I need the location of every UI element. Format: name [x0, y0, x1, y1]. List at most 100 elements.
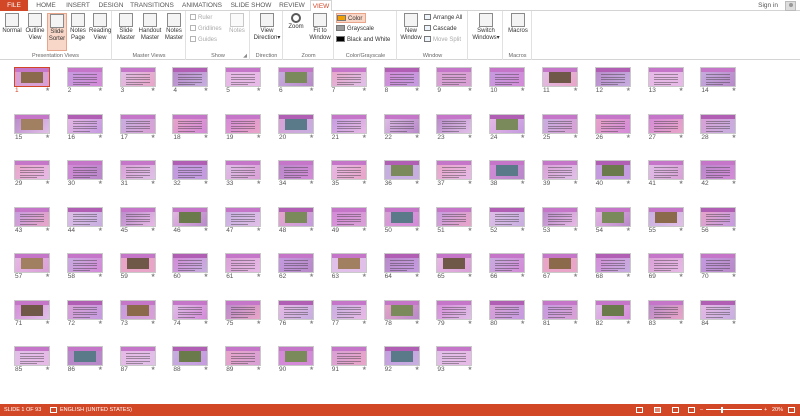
- slide-thumbnail[interactable]: 46 ★: [172, 206, 209, 234]
- slide-preview[interactable]: [172, 67, 209, 87]
- transition-star-icon[interactable]: ★: [256, 273, 261, 280]
- slide-thumbnail[interactable]: 10 ★: [489, 67, 526, 94]
- slide-thumbnail[interactable]: 28 ★: [700, 113, 737, 141]
- transition-star-icon[interactable]: ★: [731, 227, 736, 234]
- slide-preview[interactable]: [119, 299, 156, 320]
- slide-thumbnail[interactable]: 58 ★: [66, 253, 103, 280]
- slide-thumbnail[interactable]: 71 ★: [14, 299, 50, 327]
- slide-preview[interactable]: [172, 346, 209, 366]
- slide-thumbnail[interactable]: 27 ★: [647, 113, 684, 141]
- transition-star-icon[interactable]: ★: [626, 320, 631, 327]
- slide-thumbnail[interactable]: 86 ★: [66, 346, 103, 373]
- slide-thumbnail[interactable]: 56 ★: [700, 206, 737, 234]
- slide-preview[interactable]: [330, 67, 367, 87]
- slide-preview[interactable]: [172, 206, 209, 227]
- transition-star-icon[interactable]: ★: [45, 180, 50, 187]
- slide-preview[interactable]: [489, 67, 526, 87]
- normal-view-button[interactable]: Normal: [2, 13, 22, 35]
- slide-thumbnail[interactable]: 45 ★: [119, 206, 156, 234]
- transition-star-icon[interactable]: ★: [520, 134, 525, 141]
- slide-thumbnail[interactable]: 21 ★: [330, 113, 367, 141]
- transition-star-icon[interactable]: ★: [45, 134, 50, 141]
- slide-preview[interactable]: [436, 253, 473, 273]
- slide-thumbnail[interactable]: 29 ★: [14, 160, 50, 187]
- slide-thumbnail[interactable]: 5 ★: [225, 67, 262, 94]
- slide-preview[interactable]: [278, 299, 314, 320]
- slide-preview[interactable]: [436, 67, 473, 87]
- slide-thumbnail[interactable]: 25 ★: [542, 113, 578, 141]
- slide-thumbnail[interactable]: 11 ★: [542, 67, 578, 94]
- view-direction-button[interactable]: View Direction▾: [252, 13, 282, 41]
- slide-preview[interactable]: [542, 113, 578, 134]
- slide-thumbnail[interactable]: 67 ★: [542, 253, 578, 280]
- slide-thumbnail[interactable]: 57 ★: [14, 253, 50, 280]
- slide-thumbnail[interactable]: 62 ★: [278, 253, 314, 280]
- slide-preview[interactable]: [66, 206, 103, 227]
- slide-thumbnail[interactable]: 34 ★: [278, 160, 314, 187]
- slide-thumbnail[interactable]: 2 ★: [66, 67, 103, 94]
- transition-star-icon[interactable]: ★: [679, 320, 684, 327]
- slide-preview[interactable]: [542, 67, 578, 87]
- slide-preview[interactable]: [14, 253, 50, 273]
- transition-star-icon[interactable]: ★: [309, 87, 314, 94]
- slide-preview[interactable]: [119, 253, 156, 273]
- slide-thumbnail[interactable]: 37 ★: [436, 160, 473, 187]
- transition-star-icon[interactable]: ★: [520, 180, 525, 187]
- slide-preview[interactable]: [14, 113, 50, 134]
- slide-thumbnail[interactable]: 32 ★: [172, 160, 209, 187]
- transition-star-icon[interactable]: ★: [309, 366, 314, 373]
- transition-star-icon[interactable]: ★: [98, 180, 103, 187]
- slide-preview[interactable]: [225, 113, 262, 134]
- transition-star-icon[interactable]: ★: [362, 273, 367, 280]
- slide-thumbnail[interactable]: 17 ★: [119, 113, 156, 141]
- transition-star-icon[interactable]: ★: [467, 273, 472, 280]
- slide-thumbnail[interactable]: 39 ★: [542, 160, 578, 187]
- transition-star-icon[interactable]: ★: [256, 227, 261, 234]
- slide-preview[interactable]: [594, 67, 631, 87]
- ruler-checkbox[interactable]: Ruler: [190, 13, 212, 23]
- transition-star-icon[interactable]: ★: [203, 87, 208, 94]
- macros-button[interactable]: Macros: [506, 13, 530, 35]
- slide-thumbnail[interactable]: 78 ★: [383, 299, 420, 327]
- tab-file[interactable]: FILE: [0, 0, 28, 11]
- slide-preview[interactable]: [383, 206, 420, 227]
- slide-show-status-icon[interactable]: [688, 407, 695, 413]
- tab-transitions[interactable]: TRANSITIONS: [129, 0, 175, 11]
- transition-star-icon[interactable]: ★: [679, 180, 684, 187]
- slide-thumbnail[interactable]: 24 ★: [489, 113, 526, 141]
- slide-preview[interactable]: [700, 160, 737, 180]
- slide-preview[interactable]: [647, 67, 684, 87]
- slide-preview[interactable]: [700, 67, 737, 87]
- transition-star-icon[interactable]: ★: [520, 87, 525, 94]
- transition-star-icon[interactable]: ★: [467, 227, 472, 234]
- slide-thumbnail[interactable]: 38 ★: [489, 160, 526, 187]
- slide-thumbnail[interactable]: 89 ★: [225, 346, 262, 373]
- slide-thumbnail[interactable]: 31 ★: [119, 160, 156, 187]
- slide-preview[interactable]: [647, 253, 684, 273]
- slide-thumbnail[interactable]: 7 ★: [330, 67, 367, 94]
- transition-star-icon[interactable]: ★: [45, 273, 50, 280]
- transition-star-icon[interactable]: ★: [256, 87, 261, 94]
- slide-preview[interactable]: [66, 67, 103, 87]
- slide-preview[interactable]: [383, 253, 420, 273]
- slide-preview[interactable]: [225, 346, 262, 366]
- slide-preview[interactable]: [436, 206, 473, 227]
- spelling-icon[interactable]: [50, 407, 57, 413]
- transition-star-icon[interactable]: ★: [309, 180, 314, 187]
- slide-thumbnail[interactable]: 74 ★: [172, 299, 209, 327]
- slide-thumbnail[interactable]: 40 ★: [594, 160, 631, 187]
- transition-star-icon[interactable]: ★: [98, 273, 103, 280]
- slide-preview[interactable]: [330, 206, 367, 227]
- transition-star-icon[interactable]: ★: [362, 180, 367, 187]
- slide-preview[interactable]: [383, 299, 420, 320]
- transition-star-icon[interactable]: ★: [467, 366, 472, 373]
- slide-thumbnail[interactable]: 20 ★: [278, 113, 314, 141]
- transition-star-icon[interactable]: ★: [731, 180, 736, 187]
- transition-star-icon[interactable]: ★: [467, 87, 472, 94]
- slide-thumbnail[interactable]: 52 ★: [489, 206, 526, 234]
- slide-preview[interactable]: [542, 160, 578, 180]
- guides-checkbox[interactable]: Guides: [190, 35, 217, 45]
- transition-star-icon[interactable]: ★: [626, 180, 631, 187]
- transition-star-icon[interactable]: ★: [98, 134, 103, 141]
- slide-thumbnail[interactable]: 36 ★: [383, 160, 420, 187]
